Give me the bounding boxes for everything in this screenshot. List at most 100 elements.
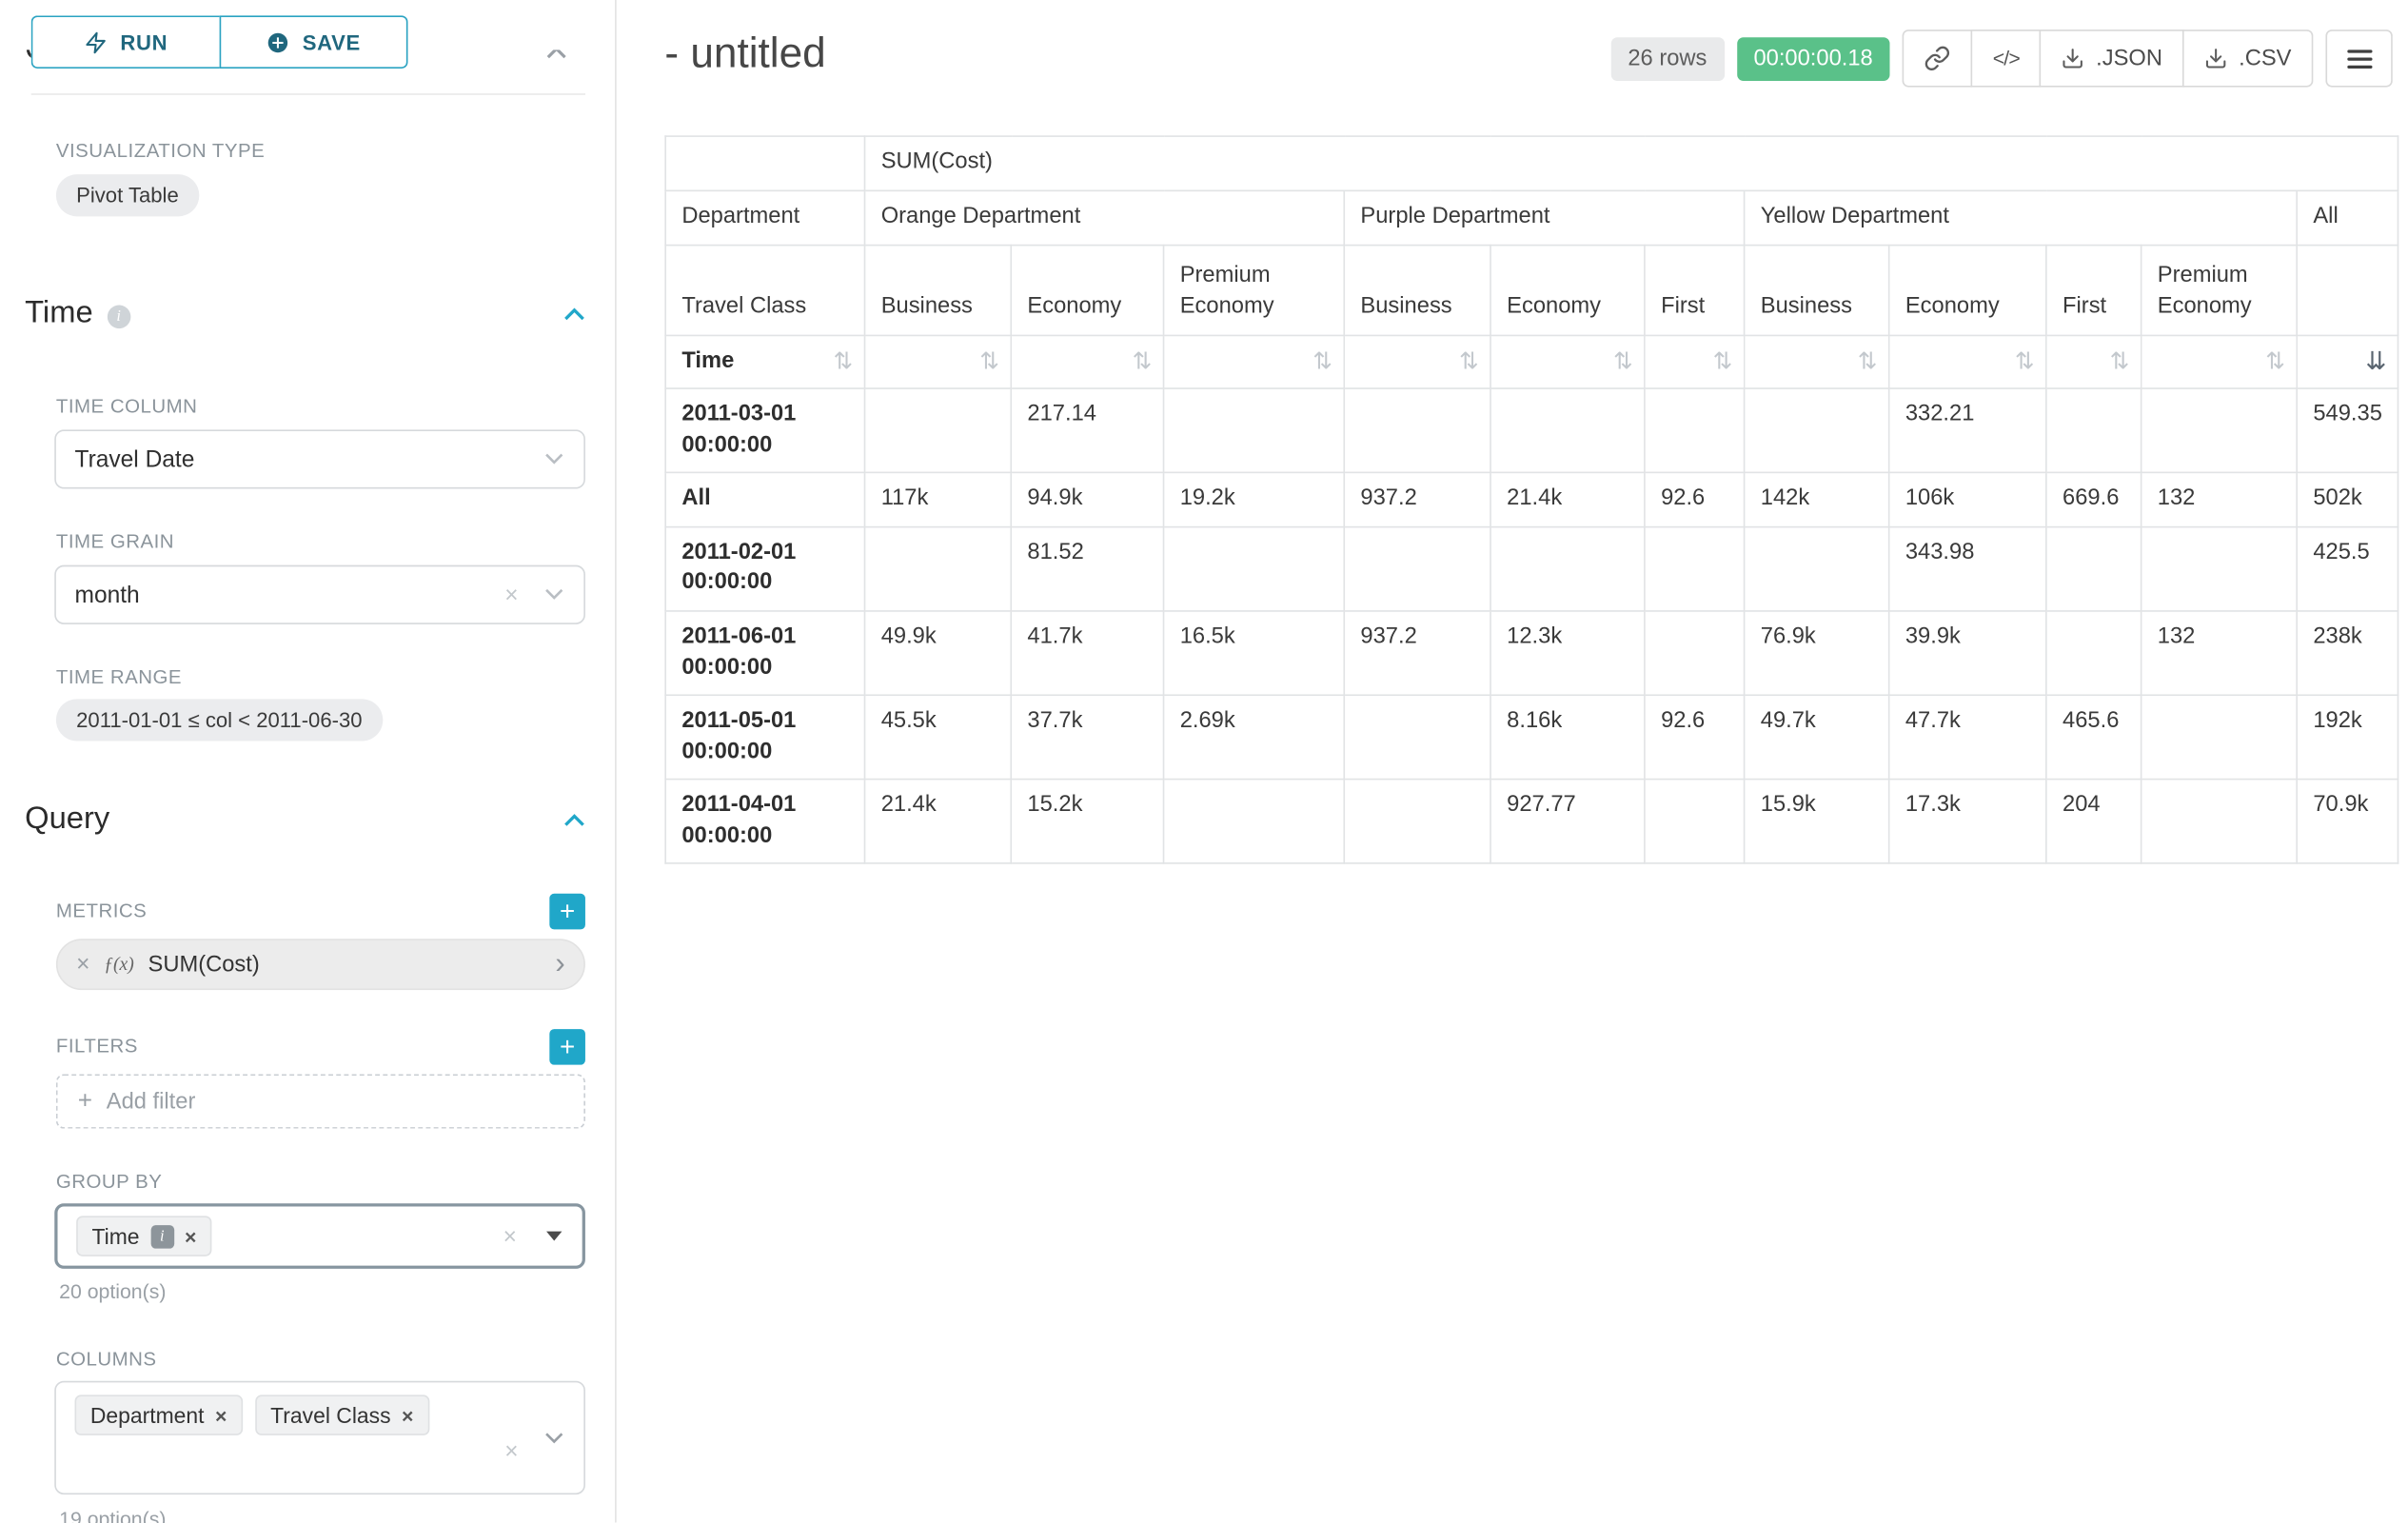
value-cell	[1344, 388, 1490, 473]
group-by-select[interactable]: Time i × ×	[54, 1203, 585, 1269]
class-cell: First	[1645, 245, 1745, 335]
column-sort-header[interactable]: ⇅	[2046, 335, 2142, 389]
save-button[interactable]: SAVE	[220, 15, 408, 69]
query-section-header[interactable]: Query	[25, 801, 585, 838]
value-cell: 927.77	[1490, 780, 1645, 864]
add-filter-plus-button[interactable]: +	[549, 1029, 585, 1065]
info-icon: i	[107, 305, 130, 328]
run-button[interactable]: RUN	[31, 15, 220, 69]
time-column-select[interactable]: Travel Date	[54, 429, 585, 488]
add-filter-label: Add filter	[107, 1089, 196, 1114]
value-cell: 192k	[2297, 695, 2398, 780]
column-sort-header[interactable]: ⇅	[1344, 335, 1490, 389]
class-cell: Economy	[1490, 245, 1645, 335]
add-metric-button[interactable]: +	[549, 894, 585, 930]
column-sort-header[interactable]: ⇅	[1645, 335, 1745, 389]
value-cell: 937.2	[1344, 611, 1490, 696]
add-filter-dropzone[interactable]: + Add filter	[56, 1074, 585, 1128]
clear-icon[interactable]: ×	[503, 1223, 517, 1250]
plus-icon: +	[560, 1034, 575, 1060]
sort-icon[interactable]: ⇅	[979, 346, 999, 377]
copy-link-button[interactable]	[1903, 30, 1973, 88]
columns-tag[interactable]: Travel Class ×	[255, 1394, 429, 1435]
value-cell: 669.6	[2046, 473, 2142, 527]
export-json-label: .JSON	[2096, 46, 2162, 70]
column-group-cell: Orange Department	[865, 190, 1345, 245]
sort-icon[interactable]: ⇅	[2110, 346, 2130, 377]
sort-icon[interactable]: ⇅	[1313, 346, 1332, 377]
time-sort-header[interactable]: Time ⇅	[665, 335, 864, 389]
value-cell	[1745, 388, 1889, 473]
value-cell: 92.6	[1645, 695, 1745, 780]
sort-icon[interactable]: ⇅	[1713, 346, 1733, 377]
column-sort-header-active[interactable]: ⇊	[2297, 335, 2398, 389]
value-cell	[1645, 780, 1745, 864]
sort-icon[interactable]: ⇅	[1459, 346, 1479, 377]
class-cell: Premium Economy	[2142, 245, 2298, 335]
value-cell: 15.9k	[1745, 780, 1889, 864]
value-cell	[1645, 388, 1745, 473]
code-icon: </>	[1993, 47, 2020, 70]
value-cell: 17.3k	[1889, 780, 2046, 864]
value-cell	[1344, 780, 1490, 864]
more-options-button[interactable]	[2325, 30, 2392, 88]
value-cell	[2142, 695, 2298, 780]
empty-corner-cell	[665, 136, 864, 190]
time-section-header[interactable]: Time i	[25, 296, 585, 332]
visualization-type-value[interactable]: Pivot Table	[56, 174, 199, 216]
export-csv-button[interactable]: .CSV	[2182, 30, 2313, 88]
column-sort-header[interactable]: ⇅	[1011, 335, 1163, 389]
column-sort-header[interactable]: ⇅	[1889, 335, 2046, 389]
pivot-table-body: 2011-03-01 00:00:00217.14332.21549.35All…	[665, 388, 2398, 863]
sort-descending-icon[interactable]: ⇊	[2365, 345, 2386, 378]
column-sort-header[interactable]: ⇅	[2142, 335, 2298, 389]
value-cell	[1344, 695, 1490, 780]
time-grain-select[interactable]: month ×	[54, 565, 585, 624]
table-row: 2011-06-01 00:00:0049.9k41.7k16.5k937.21…	[665, 611, 2398, 696]
hamburger-icon	[2347, 49, 2372, 52]
sort-icon[interactable]: ⇅	[1613, 346, 1633, 377]
sort-icon[interactable]: ⇅	[2015, 346, 2035, 377]
remove-tag-icon[interactable]: ×	[402, 1403, 413, 1427]
remove-metric-icon[interactable]: ×	[76, 951, 89, 978]
sort-icon[interactable]: ⇅	[1133, 346, 1153, 377]
columns-tag-label: Travel Class	[270, 1403, 390, 1428]
clear-icon[interactable]: ×	[504, 1438, 518, 1465]
value-cell: 12.3k	[1490, 611, 1645, 696]
column-sort-header[interactable]: ⇅	[1164, 335, 1345, 389]
query-section-title: Query	[25, 801, 109, 838]
column-group-cell: Purple Department	[1344, 190, 1744, 245]
time-range-value[interactable]: 2011-01-01 ≤ col < 2011-06-30	[56, 699, 383, 741]
embed-code-button[interactable]: </>	[1971, 30, 2042, 88]
chevron-up-icon[interactable]	[563, 307, 585, 321]
columns-tag[interactable]: Department ×	[75, 1394, 243, 1435]
export-json-button[interactable]: .JSON	[2040, 30, 2184, 88]
remove-tag-icon[interactable]: ×	[215, 1403, 227, 1427]
time-grain-label: TIME GRAIN	[56, 531, 174, 553]
chevron-up-icon[interactable]	[563, 813, 585, 827]
column-sort-header[interactable]: ⇅	[1745, 335, 1889, 389]
value-cell: 937.2	[1344, 473, 1490, 527]
sort-icon[interactable]: ⇅	[1858, 346, 1878, 377]
value-cell: 142k	[1745, 473, 1889, 527]
column-sort-header[interactable]: ⇅	[865, 335, 1012, 389]
clear-icon[interactable]: ×	[504, 582, 518, 608]
expand-metric-icon[interactable]: ›	[555, 950, 564, 979]
sort-icon[interactable]: ⇅	[834, 346, 854, 377]
remove-tag-icon[interactable]: ×	[185, 1224, 196, 1248]
value-cell: 81.52	[1011, 526, 1163, 611]
column-sort-header[interactable]: ⇅	[1490, 335, 1645, 389]
time-range-label: TIME RANGE	[56, 666, 182, 688]
value-cell: 49.9k	[865, 611, 1012, 696]
filters-label: FILTERS	[56, 1036, 138, 1058]
metric-option[interactable]: × ƒ(x) SUM(Cost) ›	[56, 939, 585, 990]
chevron-down-icon	[544, 453, 563, 465]
value-cell: 204	[2046, 780, 2142, 864]
columns-select[interactable]: Department × Travel Class × ×	[54, 1381, 585, 1494]
group-by-tag[interactable]: Time i ×	[76, 1216, 212, 1256]
run-save-button-group: RUN SAVE	[31, 15, 408, 69]
chevron-up-icon[interactable]	[546, 49, 566, 59]
value-cell: 21.4k	[1490, 473, 1645, 527]
sort-icon[interactable]: ⇅	[2265, 346, 2285, 377]
chart-title[interactable]: - untitled	[664, 30, 825, 78]
